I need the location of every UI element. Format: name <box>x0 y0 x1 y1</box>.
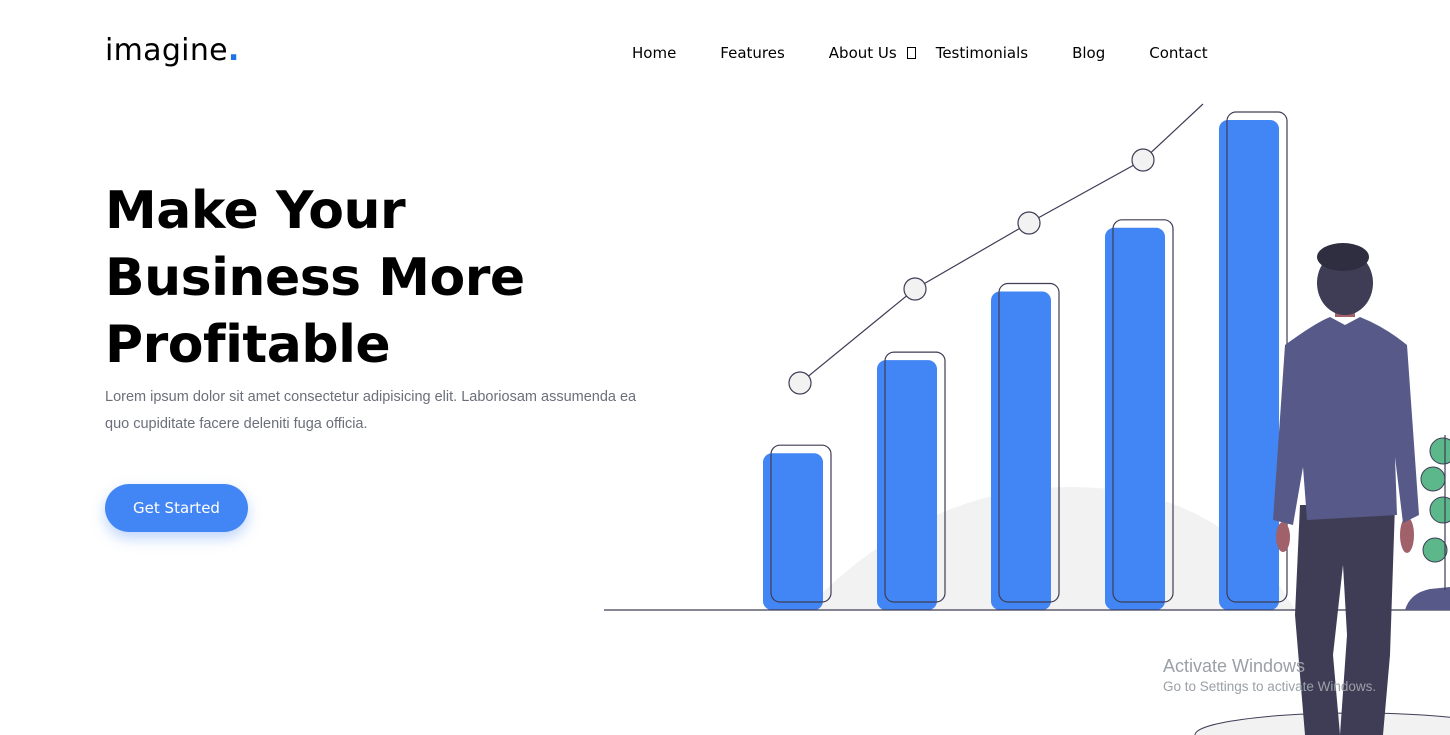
watermark-subtitle: Go to Settings to activate Windows. <box>1163 679 1377 694</box>
watermark-title: Activate Windows <box>1163 656 1306 676</box>
chart-bar <box>763 453 823 610</box>
chart-bar <box>991 291 1051 610</box>
trend-point <box>788 371 812 395</box>
chart-bar <box>1219 120 1279 610</box>
chart-bar <box>877 360 937 610</box>
hero-title-line-3: Profitable <box>105 315 391 375</box>
brand-name: imagine <box>105 33 228 68</box>
windows-activation-watermark: Activate Windows Go to Settings to activ… <box>1163 655 1376 697</box>
trend-point <box>1017 211 1041 235</box>
nav-contact[interactable]: Contact <box>1149 44 1207 62</box>
chart-bar <box>1105 227 1165 611</box>
nav-about-us-label: About Us <box>828 44 897 62</box>
nav-blog[interactable]: Blog <box>1072 44 1105 62</box>
hero-title-line-1: Make Your <box>105 181 406 241</box>
main-nav: Home Features About Us Testimonials Blog… <box>632 42 1208 64</box>
brand-logo[interactable]: imagine. <box>105 33 240 68</box>
nav-about-us[interactable]: About Us <box>829 44 936 62</box>
brand-dot: . <box>227 33 240 68</box>
nav-features[interactable]: Features <box>720 44 785 62</box>
trend-point <box>1131 148 1155 172</box>
hero-title-line-2: Business More <box>105 248 525 308</box>
trend-point <box>903 277 927 301</box>
nav-testimonials[interactable]: Testimonials <box>936 44 1028 62</box>
growth-chart-illustration <box>604 103 1450 735</box>
get-started-button[interactable]: Get Started <box>105 484 248 532</box>
hero-title: Make Your Business More Profitable <box>105 178 665 379</box>
landing-page: imagine. Home Features About Us Testimon… <box>0 0 1450 735</box>
nav-home[interactable]: Home <box>632 44 676 62</box>
hero-subtitle: Lorem ipsum dolor sit amet consectetur a… <box>105 389 637 432</box>
chevron-down-icon[interactable] <box>906 47 916 59</box>
